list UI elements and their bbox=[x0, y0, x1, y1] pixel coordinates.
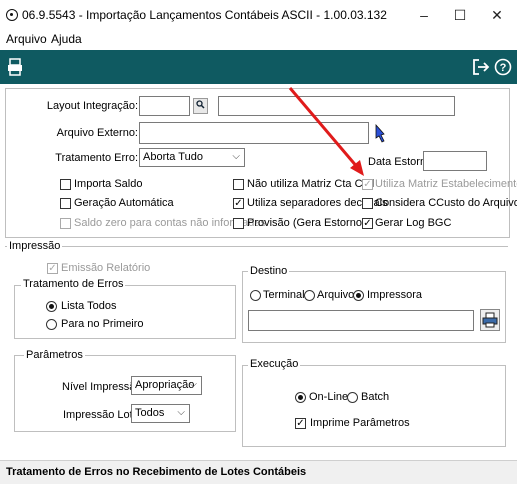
destino-title: Destino bbox=[248, 265, 290, 277]
tratamento-erro-value: Aborta Tudo bbox=[143, 151, 203, 163]
toolbar: ? bbox=[0, 50, 517, 84]
terminal-radio[interactable] bbox=[250, 290, 261, 301]
arquivo-label: Arquivo Externo: bbox=[56, 127, 138, 139]
provisao-checkbox[interactable] bbox=[233, 218, 244, 229]
chevron-down-icon: ⌵ bbox=[232, 151, 240, 162]
batch-radio[interactable] bbox=[347, 392, 358, 403]
nivel-impressao-select[interactable]: Apropriação ⌵ bbox=[131, 376, 202, 395]
data-estorno-input[interactable] bbox=[423, 151, 487, 171]
destino-group bbox=[242, 271, 506, 343]
printer-icon[interactable] bbox=[480, 309, 500, 331]
emissao-relatorio-label: Emissão Relatório bbox=[61, 262, 151, 274]
impressao-lotes-select[interactable]: Todos ⌵ bbox=[131, 404, 190, 423]
tratamento-erro-select[interactable]: Aborta Tudo ⌵ bbox=[139, 148, 245, 167]
para-no-primeiro-label: Para no Primeiro bbox=[61, 318, 144, 330]
close-button[interactable]: ✕ bbox=[482, 4, 512, 26]
nao-utiliza-matriz-checkbox[interactable] bbox=[233, 179, 244, 190]
imprime-parametros-checkbox[interactable]: ✓ bbox=[295, 418, 306, 429]
tratamento-erros-title: Tratamento de Erros bbox=[21, 278, 126, 290]
importa-saldo-label: Importa Saldo bbox=[74, 178, 143, 190]
geracao-automatica-checkbox[interactable] bbox=[60, 198, 71, 209]
help-icon[interactable]: ? bbox=[494, 58, 512, 76]
emissao-relatorio-checkbox: ✓ bbox=[47, 263, 58, 274]
impressora-label: Impressora bbox=[367, 289, 423, 301]
title-bar: 06.9.5543 - Importação Lançamentos Contá… bbox=[0, 0, 517, 30]
utiliza-separadores-checkbox[interactable]: ✓ bbox=[233, 198, 244, 209]
para-no-primeiro-radio[interactable] bbox=[46, 319, 57, 330]
exit-icon[interactable] bbox=[472, 58, 490, 76]
chevron-down-icon: ⌵ bbox=[189, 379, 197, 390]
search-icon[interactable] bbox=[193, 98, 208, 114]
geracao-automatica-label: Geração Automática bbox=[74, 197, 174, 209]
saldo-zero-checkbox bbox=[60, 218, 71, 229]
layout-code-input[interactable] bbox=[139, 96, 190, 116]
execucao-title: Execução bbox=[248, 358, 301, 370]
status-text: Tratamento de Erros no Recebimento de Lo… bbox=[6, 466, 307, 478]
svg-text:?: ? bbox=[500, 62, 507, 74]
app-icon bbox=[6, 9, 18, 21]
nivel-impressao-value: Apropriação bbox=[135, 379, 195, 391]
importa-saldo-checkbox[interactable] bbox=[60, 179, 71, 190]
minimize-button[interactable]: – bbox=[409, 4, 439, 26]
impressao-title: Impressão bbox=[7, 240, 63, 252]
menu-ajuda[interactable]: Ajuda bbox=[51, 32, 82, 46]
arquivo-radio[interactable] bbox=[304, 290, 315, 301]
utiliza-matriz-estab-label: Utiliza Matriz Estabelecimento bbox=[375, 178, 517, 190]
print-icon[interactable] bbox=[6, 58, 24, 76]
impressora-radio[interactable] bbox=[353, 290, 364, 301]
impressao-lotes-value: Todos bbox=[135, 407, 165, 419]
tratamento-erros-group bbox=[14, 285, 236, 339]
arquivo-label-destino: Arquivo bbox=[317, 289, 355, 301]
layout-label: Layout Integração: bbox=[46, 100, 138, 112]
menu-bar: Arquivo Ajuda bbox=[0, 30, 517, 48]
tratamento-label: Tratamento Erro: bbox=[55, 152, 138, 164]
destino-input[interactable] bbox=[248, 310, 474, 331]
menu-arquivo[interactable]: Arquivo bbox=[6, 32, 47, 46]
imprime-parametros-label: Imprime Parâmetros bbox=[310, 417, 410, 429]
maximize-button[interactable]: ☐ bbox=[445, 4, 475, 26]
window-title: 06.9.5543 - Importação Lançamentos Contá… bbox=[22, 8, 387, 22]
annotation-arrow bbox=[288, 87, 364, 176]
lista-todos-radio[interactable] bbox=[46, 301, 57, 312]
terminal-label: Terminal bbox=[263, 289, 305, 301]
parametros-title: Parâmetros bbox=[24, 349, 85, 361]
batch-label: Batch bbox=[361, 391, 390, 403]
gerar-log-checkbox[interactable]: ✓ bbox=[362, 218, 373, 229]
lista-todos-label: Lista Todos bbox=[61, 300, 117, 312]
chevron-down-icon: ⌵ bbox=[177, 407, 185, 418]
considera-ccusto-checkbox[interactable] bbox=[362, 198, 373, 209]
status-bar: Tratamento de Erros no Recebimento de Lo… bbox=[0, 460, 517, 484]
execucao-group bbox=[242, 365, 506, 447]
provisao-label: Provisão (Gera Estorno) bbox=[247, 217, 366, 229]
online-radio[interactable] bbox=[295, 392, 306, 403]
online-label: On-Line bbox=[309, 391, 349, 403]
gerar-log-label: Gerar Log BGC bbox=[375, 217, 452, 229]
considera-ccusto-label: Considera CCusto do Arquivo bbox=[375, 197, 517, 209]
